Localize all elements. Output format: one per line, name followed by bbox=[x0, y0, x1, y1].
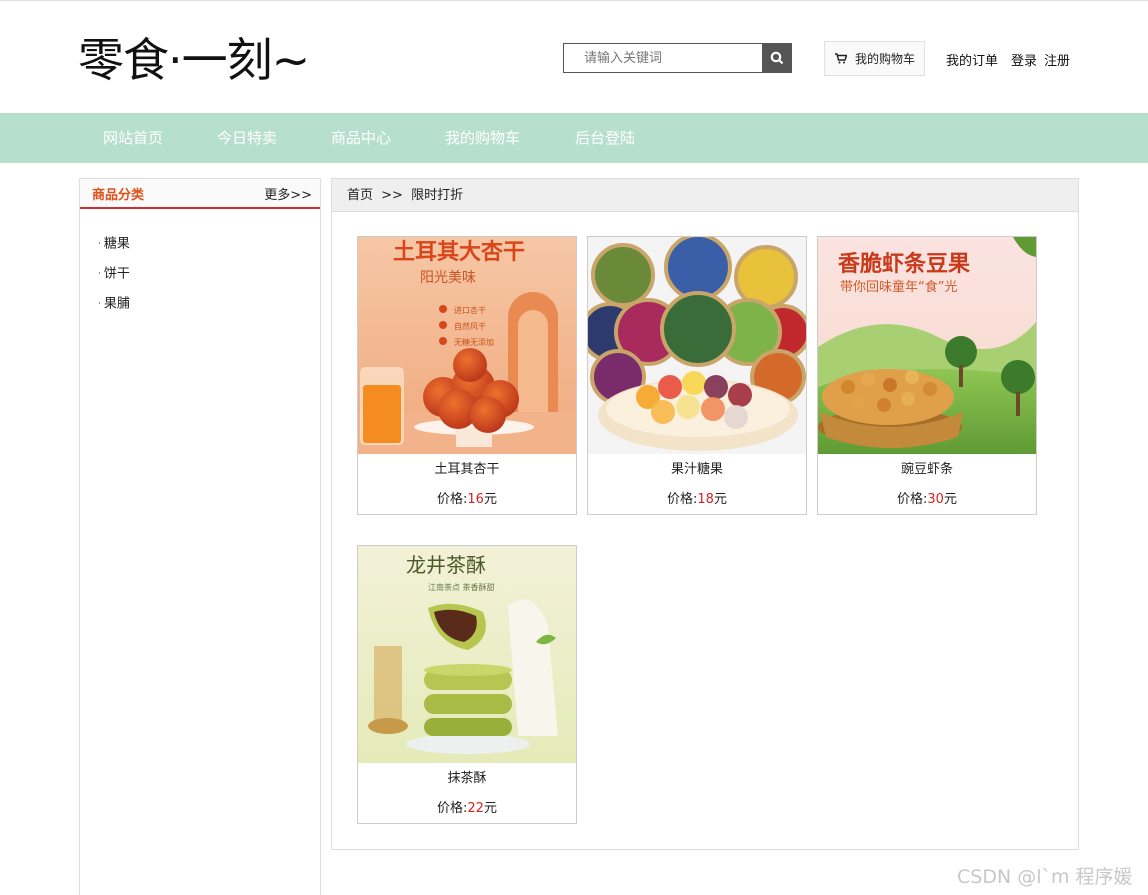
price-value: 16 bbox=[467, 492, 484, 507]
price-unit: 元 bbox=[943, 492, 957, 507]
banner-title: 土耳其大杏干 bbox=[393, 240, 525, 265]
category-list: · 糖果 · 饼干 · 果脯 bbox=[80, 209, 320, 319]
product-image[interactable]: 香脆虾条豆果 带你回味童年“食”光 bbox=[818, 237, 1036, 454]
price-unit: 元 bbox=[483, 492, 497, 507]
banner-bullet: 自然风干 bbox=[454, 321, 486, 331]
breadcrumb-current: 限时打折 bbox=[411, 188, 464, 203]
price-value: 30 bbox=[927, 492, 944, 507]
main-nav: 网站首页 今日特卖 商品中心 我的购物车 后台登陆 bbox=[0, 113, 1148, 163]
category-label: 果脯 bbox=[103, 296, 130, 312]
nav-item-daily-deals[interactable]: 今日特卖 bbox=[217, 113, 277, 163]
top-divider bbox=[0, 0, 1148, 3]
product-name[interactable]: 豌豆虾条 bbox=[818, 461, 1036, 479]
banner-subtitle: 带你回味童年“食”光 bbox=[840, 279, 957, 295]
banner-title: 香脆虾条豆果 bbox=[838, 251, 970, 277]
login-link[interactable]: 登录 bbox=[1011, 50, 1037, 69]
price-label: 价格: bbox=[437, 801, 468, 816]
search-icon bbox=[770, 51, 784, 65]
nav-item-my-cart[interactable]: 我的购物车 bbox=[445, 113, 520, 163]
bullet-icon: · bbox=[98, 269, 101, 279]
price-label: 价格: bbox=[897, 492, 928, 507]
category-item-candy[interactable]: · 糖果 bbox=[98, 229, 320, 259]
product-price: 价格:22元 bbox=[358, 800, 576, 818]
sidebar-header: 商品分类 更多>> bbox=[80, 179, 320, 209]
product-card-pea-shrimp-crackers[interactable]: 香脆虾条豆果 带你回味童年“食”光 豌豆虾条 价格:30元 bbox=[817, 236, 1037, 515]
category-label: 饼干 bbox=[103, 266, 130, 282]
product-card-apricot[interactable]: 土耳其大杏干 阳光美味 进口杏干 自然风干 无糖无添加 土耳其杏干 价格:16元 bbox=[357, 236, 577, 515]
breadcrumb: 首页 >> 限时打折 bbox=[332, 179, 1078, 212]
banner-title: 龙井茶酥 bbox=[406, 553, 486, 577]
price-label: 价格: bbox=[667, 492, 698, 507]
nav-item-admin-login[interactable]: 后台登陆 bbox=[575, 113, 635, 163]
product-card-fruit-candy[interactable]: 果汁糖果 价格:18元 bbox=[587, 236, 807, 515]
register-link[interactable]: 注册 bbox=[1044, 50, 1070, 69]
search-box[interactable] bbox=[563, 43, 763, 73]
price-label: 价格: bbox=[437, 492, 468, 507]
banner-subtitle: 江南茶点 茶香酥甜 bbox=[428, 582, 495, 592]
product-name[interactable]: 果汁糖果 bbox=[588, 461, 806, 479]
product-price: 价格:16元 bbox=[358, 491, 576, 509]
price-unit: 元 bbox=[713, 492, 727, 507]
banner-bullet: 无糖无添加 bbox=[454, 337, 494, 347]
breadcrumb-home[interactable]: 首页 bbox=[347, 188, 373, 203]
sidebar-title: 商品分类 bbox=[92, 187, 145, 203]
top-links: 我的订单 登录 注册 bbox=[946, 50, 1083, 69]
product-price: 价格:30元 bbox=[818, 491, 1036, 509]
product-image[interactable] bbox=[588, 237, 806, 454]
category-label: 糖果 bbox=[103, 236, 130, 252]
product-name[interactable]: 抹茶酥 bbox=[358, 770, 576, 788]
price-value: 22 bbox=[467, 801, 484, 816]
csdn-watermark: CSDN @l`m 程序媛 bbox=[957, 866, 1133, 888]
category-item-biscuits[interactable]: · 饼干 bbox=[98, 259, 320, 289]
bullet-icon: · bbox=[98, 299, 101, 309]
my-orders-link[interactable]: 我的订单 bbox=[946, 50, 998, 69]
product-name[interactable]: 土耳其杏干 bbox=[358, 461, 576, 479]
product-image[interactable]: 土耳其大杏干 阳光美味 进口杏干 自然风干 无糖无添加 bbox=[358, 237, 576, 454]
cart-button[interactable]: 我的购物车 bbox=[824, 41, 925, 76]
nav-item-products[interactable]: 商品中心 bbox=[331, 113, 391, 163]
category-sidebar: 商品分类 更多>> · 糖果 · 饼干 · 果脯 bbox=[79, 178, 321, 895]
product-card-matcha-pastry[interactable]: 龙井茶酥 江南茶点 茶香酥甜 抹茶酥 价格:22元 bbox=[357, 545, 577, 824]
cart-label: 我的购物车 bbox=[855, 52, 916, 66]
price-value: 18 bbox=[697, 492, 714, 507]
product-panel: 首页 >> 限时打折 土耳其大杏干 阳光美味 进口杏干 自然风干 无糖无添加 土… bbox=[331, 178, 1079, 850]
price-unit: 元 bbox=[483, 801, 497, 816]
breadcrumb-separator: >> bbox=[381, 188, 403, 203]
search-input[interactable] bbox=[564, 44, 762, 72]
bullet-icon: · bbox=[98, 239, 101, 249]
search-button[interactable] bbox=[762, 43, 792, 73]
nav-item-home[interactable]: 网站首页 bbox=[103, 113, 163, 163]
cart-icon bbox=[835, 53, 847, 64]
product-price: 价格:18元 bbox=[588, 491, 806, 509]
sidebar-more-link[interactable]: 更多>> bbox=[264, 184, 312, 203]
site-logo[interactable]: 零食·一刻~ bbox=[78, 30, 310, 90]
banner-subtitle: 阳光美味 bbox=[420, 270, 476, 286]
product-image[interactable]: 龙井茶酥 江南茶点 茶香酥甜 bbox=[358, 546, 576, 763]
category-item-dried-fruit[interactable]: · 果脯 bbox=[98, 289, 320, 319]
banner-bullet: 进口杏干 bbox=[454, 305, 486, 315]
